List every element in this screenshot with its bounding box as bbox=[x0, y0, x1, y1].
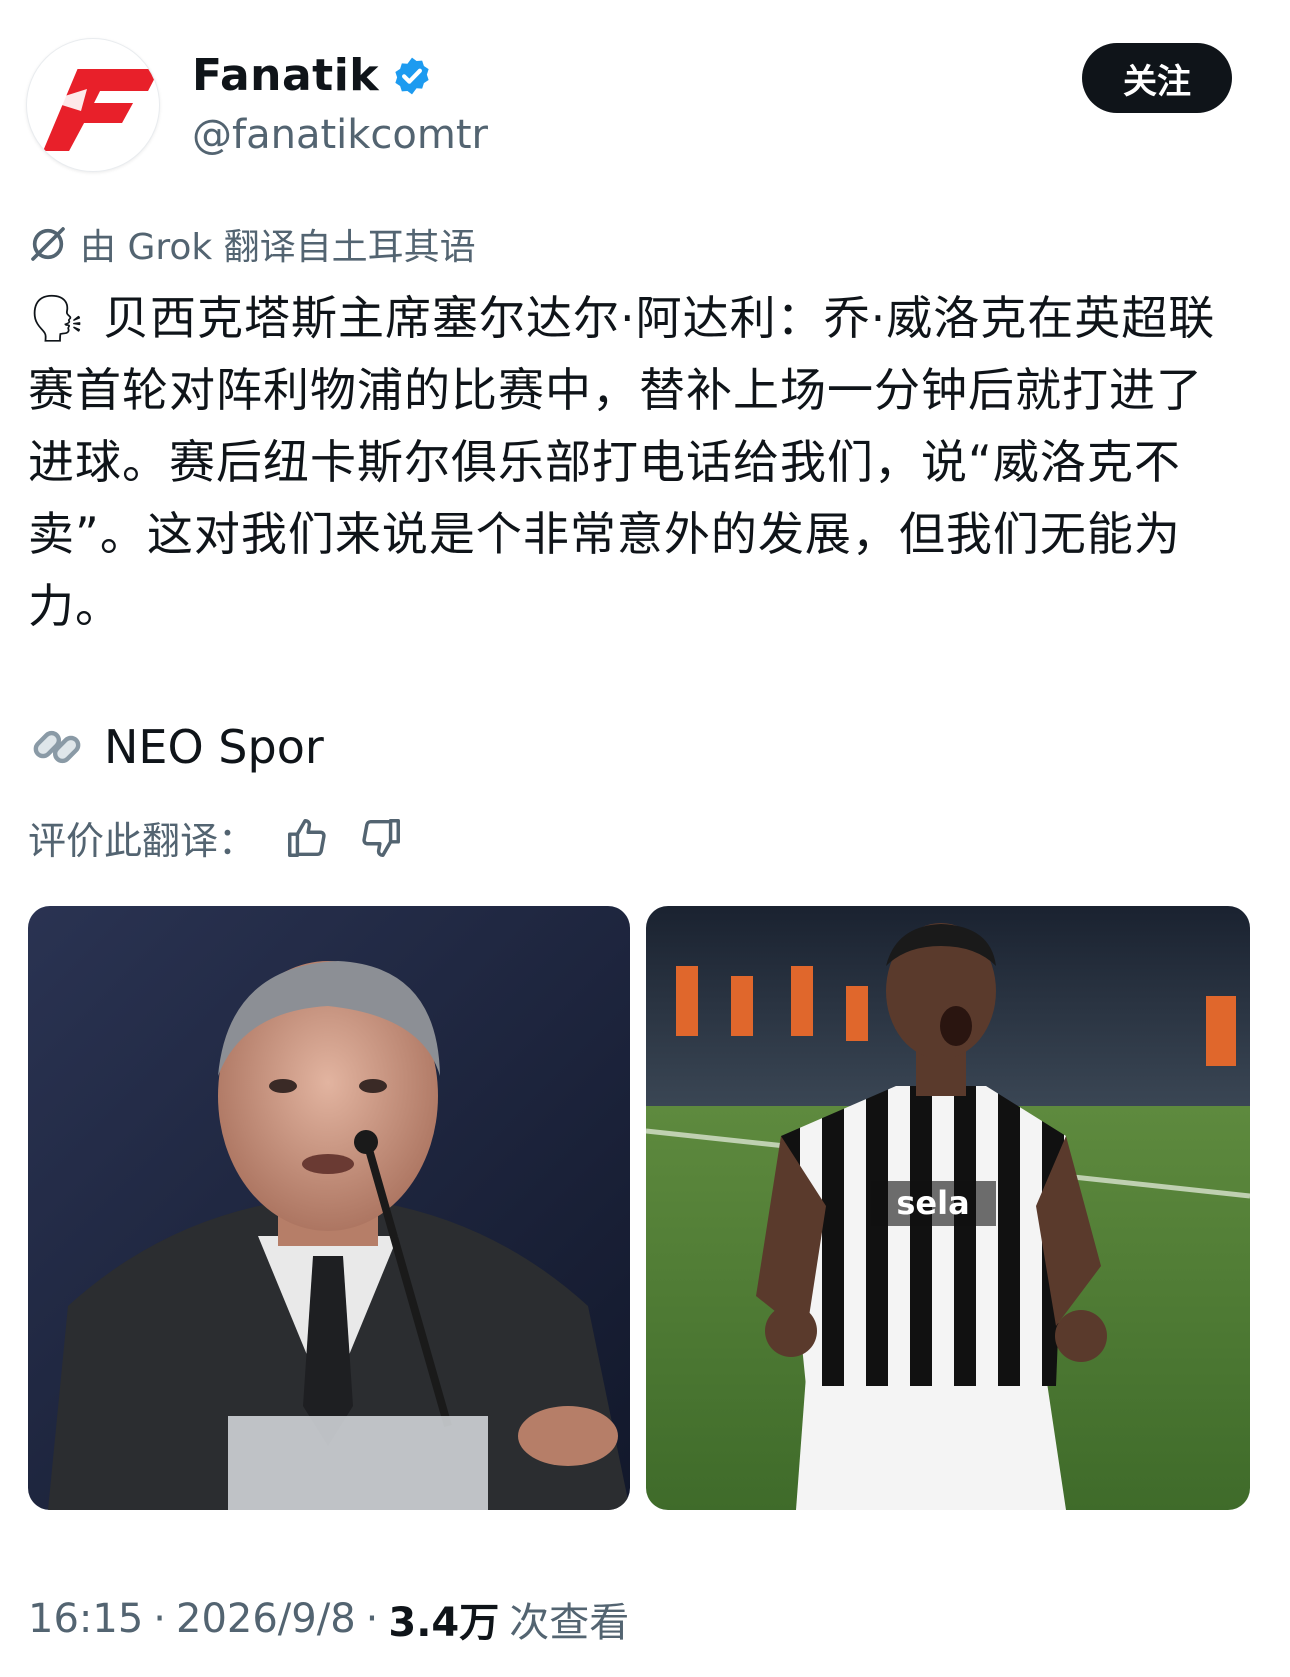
tweet-text: 🗣 贝西克塔斯主席塞尔达尔·阿达利：乔·威洛克在英超联赛首轮对阵利物浦的比赛中，… bbox=[28, 282, 1228, 642]
view-count-label: 次查看 bbox=[509, 1600, 630, 1646]
translation-note: 由 Grok 翻译自土耳其语 bbox=[28, 218, 476, 270]
rate-translation: 评价此翻译： bbox=[28, 810, 404, 865]
media-photo-left[interactable] bbox=[28, 906, 630, 1510]
tweet-time[interactable]: 16:15 bbox=[28, 1596, 143, 1642]
translation-note-text: 由 Grok 翻译自土耳其语 bbox=[80, 227, 476, 268]
source-label: NEO Spor bbox=[104, 720, 324, 774]
thumbs-down-icon[interactable] bbox=[358, 815, 404, 861]
link-icon bbox=[33, 730, 81, 764]
author-name-row: Fanatik bbox=[192, 50, 433, 101]
fanatik-logo-icon bbox=[43, 69, 159, 151]
display-name[interactable]: Fanatik bbox=[192, 50, 379, 101]
thumbs-up-icon[interactable] bbox=[284, 815, 330, 861]
handle[interactable]: @fanatikcomtr bbox=[192, 112, 488, 158]
avatar[interactable] bbox=[26, 38, 160, 172]
source-line: NEO Spor bbox=[28, 718, 324, 776]
tweet-body: 贝西克塔斯主席塞尔达尔·阿达利：乔·威洛克在英超联赛首轮对阵利物浦的比赛中，替补… bbox=[28, 291, 1216, 633]
follow-button[interactable]: 关注 bbox=[1082, 43, 1232, 113]
sponsor-text: sela bbox=[896, 1184, 969, 1222]
meta-separator: · bbox=[365, 1596, 379, 1642]
tweet-meta: 16:15 · 2026/9/8 · 3.4万 次查看 bbox=[28, 1590, 629, 1648]
view-count: 3.4万 bbox=[388, 1600, 500, 1646]
tweet-date[interactable]: 2026/9/8 bbox=[176, 1596, 356, 1642]
verified-badge-icon bbox=[395, 57, 429, 94]
rate-label: 评价此翻译： bbox=[28, 819, 257, 863]
grok-icon bbox=[31, 227, 65, 261]
speaking-head-emoji: 🗣 bbox=[28, 291, 88, 345]
media-photo-right[interactable]: sela bbox=[646, 906, 1250, 1510]
man-at-press-conference-image bbox=[28, 906, 630, 1510]
meta-separator: · bbox=[153, 1596, 166, 1642]
footballer-celebrating-image: sela bbox=[646, 906, 1250, 1510]
